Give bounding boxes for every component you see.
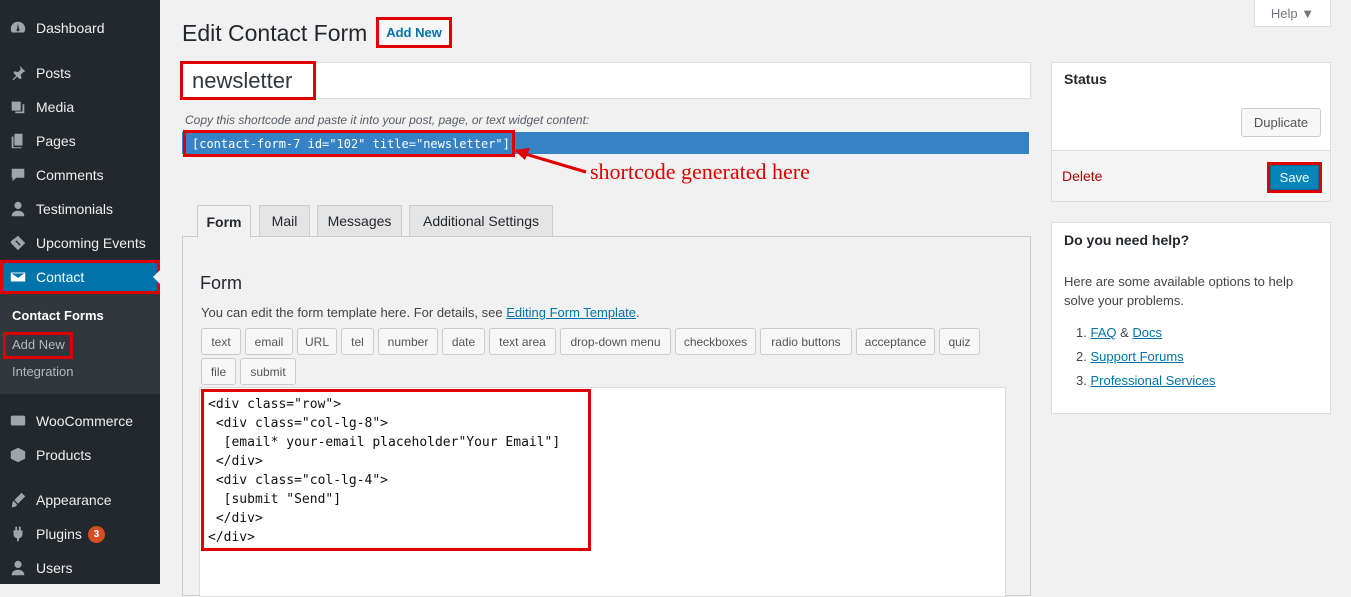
help-item-number: 1. xyxy=(1076,325,1087,340)
tag-button-url[interactable]: URL xyxy=(297,328,337,355)
users-icon xyxy=(8,558,28,578)
active-arrow xyxy=(153,270,160,284)
tag-button-email[interactable]: email xyxy=(245,328,293,355)
plugin-icon xyxy=(8,524,28,544)
docs-link[interactable]: Docs xyxy=(1132,325,1162,340)
sidebar-item-label: Plugins xyxy=(36,526,82,542)
submenu-integration[interactable]: Integration xyxy=(12,364,73,379)
sidebar-item-label: Media xyxy=(36,99,75,115)
sidebar-item-comments[interactable]: Comments xyxy=(0,158,160,192)
form-panel-description: You can edit the form template here. For… xyxy=(201,305,640,320)
save-button[interactable]: Save xyxy=(1267,162,1322,193)
sidebar-item-label: Users xyxy=(36,560,73,576)
tab-form[interactable]: Form xyxy=(197,205,251,238)
sidebar-item-posts[interactable]: Posts xyxy=(0,56,160,90)
dashboard-icon xyxy=(8,18,28,38)
faq-link[interactable]: FAQ xyxy=(1090,325,1116,340)
delete-link[interactable]: Delete xyxy=(1062,168,1102,184)
shortcode-hint: Copy this shortcode and paste it into yo… xyxy=(185,113,590,127)
mail-icon xyxy=(8,267,28,287)
sidebar-item-upcoming-events[interactable]: Upcoming Events xyxy=(0,226,160,260)
submenu-contact-forms[interactable]: Contact Forms xyxy=(12,308,104,323)
help-item-3: 3. Professional Services xyxy=(1076,373,1215,388)
pin-icon xyxy=(8,63,28,83)
woo-icon xyxy=(8,411,28,431)
sidebar-item-plugins[interactable]: Plugins 3 xyxy=(0,517,160,551)
sidebar-item-dashboard[interactable]: Dashboard xyxy=(0,11,160,45)
tab-messages[interactable]: Messages xyxy=(317,205,402,237)
sidebar-item-appearance[interactable]: Appearance xyxy=(0,483,160,517)
sidebar-item-testimonials[interactable]: Testimonials xyxy=(0,192,160,226)
comment-icon xyxy=(8,165,28,185)
tab-additional-settings[interactable]: Additional Settings xyxy=(409,205,553,237)
sidebar-item-media[interactable]: Media xyxy=(0,90,160,124)
sidebar-item-users[interactable]: Users xyxy=(0,551,160,585)
annotation-text: shortcode generated here xyxy=(590,159,810,184)
sidebar-item-products[interactable]: Products xyxy=(0,438,160,472)
submenu-add-new[interactable]: Add New xyxy=(3,332,73,359)
contact-submenu: Contact Forms Add New Integration xyxy=(0,294,160,394)
brush-icon xyxy=(8,490,28,510)
help-item-number: 2. xyxy=(1076,349,1087,364)
box-icon xyxy=(8,445,28,465)
pages-icon xyxy=(8,131,28,151)
tag-button-dropdown[interactable]: drop-down menu xyxy=(560,328,671,355)
status-title: Status xyxy=(1064,71,1107,87)
annotation-arrow xyxy=(514,148,587,174)
add-new-button[interactable]: Add New xyxy=(376,17,452,48)
sidebar-item-label: Products xyxy=(36,447,92,463)
form-title-value[interactable]: newsletter xyxy=(180,61,316,100)
plugins-update-badge: 3 xyxy=(87,525,105,543)
tag-button-date[interactable]: date xyxy=(442,328,485,355)
help-description: Here are some available options to help … xyxy=(1064,274,1294,308)
tab-mail[interactable]: Mail xyxy=(259,205,310,237)
sidebar-item-label: Appearance xyxy=(36,492,112,508)
professional-services-link[interactable]: Professional Services xyxy=(1090,373,1215,388)
tag-button-checkboxes[interactable]: checkboxes xyxy=(675,328,756,355)
ticket-icon xyxy=(8,233,28,253)
user-icon xyxy=(8,199,28,219)
form-desc-text: You can edit the form template here. For… xyxy=(201,305,507,320)
sidebar-item-label: Posts xyxy=(36,65,72,81)
sidebar-item-label: Contact xyxy=(36,269,85,285)
shortcode-value[interactable]: [contact-form-7 id="102" title="newslett… xyxy=(183,130,515,157)
tag-button-text[interactable]: text xyxy=(201,328,241,355)
tag-button-radio[interactable]: radio buttons xyxy=(760,328,852,355)
help-tab-button[interactable]: Help ▼ xyxy=(1254,0,1331,27)
form-panel-heading: Form xyxy=(200,273,242,293)
tag-button-tel[interactable]: tel xyxy=(341,328,374,355)
sidebar-item-woocommerce[interactable]: WooCommerce xyxy=(0,404,160,438)
sidebar-item-label: Testimonials xyxy=(36,201,114,217)
form-template-code[interactable]: <div class="row"> <div class="col-lg-8">… xyxy=(201,389,591,551)
sidebar-item-label: Upcoming Events xyxy=(36,235,146,251)
tag-button-quiz[interactable]: quiz xyxy=(939,328,980,355)
editing-form-template-link[interactable]: Editing Form Template xyxy=(506,305,636,320)
page-title: Edit Contact Form xyxy=(182,20,368,46)
sidebar-item-pages[interactable]: Pages xyxy=(0,124,160,158)
admin-sidebar: Dashboard Posts Media Pages Comments Tes… xyxy=(0,0,160,584)
sidebar-item-contact[interactable]: Contact xyxy=(0,260,160,294)
sidebar-item-label: Dashboard xyxy=(36,20,105,36)
tag-button-submit[interactable]: submit xyxy=(240,358,296,385)
sidebar-item-label: Pages xyxy=(36,133,76,149)
media-icon xyxy=(8,97,28,117)
tag-button-number[interactable]: number xyxy=(378,328,438,355)
support-forums-link[interactable]: Support Forums xyxy=(1090,349,1183,364)
help-item-2: 2. Support Forums xyxy=(1076,349,1184,364)
duplicate-button[interactable]: Duplicate xyxy=(1241,108,1321,137)
help-item-number: 3. xyxy=(1076,373,1087,388)
tag-button-file[interactable]: file xyxy=(201,358,236,385)
tag-button-acceptance[interactable]: acceptance xyxy=(856,328,935,355)
tag-button-textarea[interactable]: text area xyxy=(489,328,556,355)
sidebar-item-label: Comments xyxy=(36,167,104,183)
help-item-amp: & xyxy=(1116,325,1133,340)
sidebar-item-label: WooCommerce xyxy=(36,413,133,429)
help-title: Do you need help? xyxy=(1064,232,1190,248)
form-desc-suffix: . xyxy=(636,305,640,320)
help-item-1: 1. FAQ & Docs xyxy=(1076,325,1162,340)
